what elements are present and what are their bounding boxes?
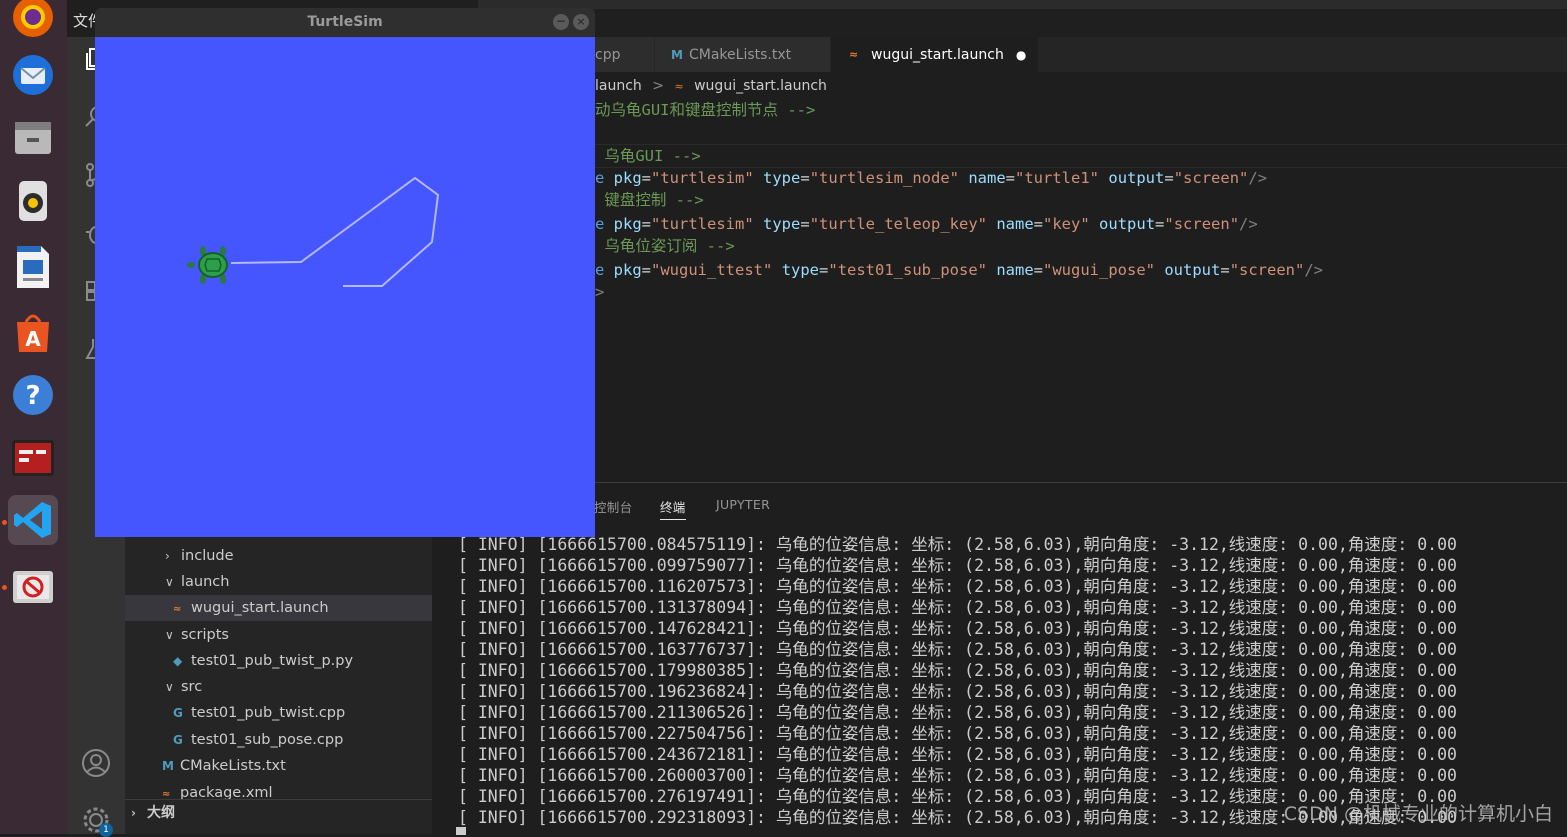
outline-section[interactable]: › 大纲 [131,800,175,826]
explorer-sidebar: › include ∨ launch ≈ wugui_start.launch ∨ sc… [125,537,432,834]
minimize-icon[interactable]: − [553,14,569,30]
writer-icon[interactable] [8,242,58,292]
terminal-log-line: [ INFO] [1666615700.084575119]: 乌龟的位姿信息:… [458,535,1457,554]
code-line: 动乌龟GUI和键盘控制节点 --> [595,101,816,119]
vscode-icon[interactable] [8,495,58,545]
running-indicator [2,585,7,590]
tree-file-cmakelists[interactable]: M CMakeLists.txt [162,753,286,779]
files-icon[interactable] [8,113,58,163]
chevron-down-icon: ∨ [165,680,174,694]
tab-wugui-start-launch[interactable]: ≈ wugui_start.launch ● [831,37,1039,72]
launch-file-icon: ≈ [674,80,684,93]
cmake-file-icon: M [671,47,683,62]
code-line: 乌龟位姿订阅 --> [595,237,735,255]
thunderbird-icon[interactable] [8,50,58,100]
code-line: e pkg="turtlesim" type="turtle_teleop_ke… [595,215,1258,233]
tree-file-cpp[interactable]: Gtest01_sub_pose.cpp [173,727,343,753]
code-editor[interactable]: launch > ≈ wugui_start.launch 动乌龟GUI和键盘控… [595,72,1567,482]
code-line: e pkg="turtlesim" type="turtlesim_node" … [595,169,1268,187]
turtle-icon [187,246,228,284]
window-title-strip [478,0,1567,9]
code-line: > [595,283,605,301]
terminal-log-line: [ INFO] [1666615700.099759077]: 乌龟的位姿信息:… [458,556,1457,575]
notification-badge: 1 [99,823,113,837]
xml-file-icon: ≈ [162,789,171,800]
terminal-log-line: [ INFO] [1666615700.179980385]: 乌龟的位姿信息:… [458,661,1457,680]
editor-tabs: cpp M CMakeLists.txt ≈ wugui_start.launc… [595,37,1567,72]
terminal-icon[interactable] [8,433,58,483]
running-indicator [2,520,7,525]
terminal-log-line: [ INFO] [1666615700.211306526]: 乌龟的位姿信息:… [458,703,1457,722]
turtlesim-titlebar[interactable]: TurtleSim − × [95,8,595,37]
terminal-log-line: [ INFO] [1666615700.196236824]: 乌龟的位姿信息:… [458,682,1457,701]
turtle-drawing [187,176,440,287]
svg-text:A: A [25,327,41,351]
tree-folder-scripts[interactable]: ∨ scripts [165,622,229,648]
chevron-right-icon: › [131,806,136,820]
breadcrumb-file[interactable]: wugui_start.launch [694,78,827,94]
launch-file-icon: ≈ [849,48,859,61]
terminal-log-line: [ INFO] [1666615700.243672181]: 乌龟的位姿信息:… [458,745,1457,764]
tab-cpp[interactable]: cpp [595,37,655,72]
terminal-log-line: [ INFO] [1666615700.147628421]: 乌龟的位姿信息:… [458,619,1457,638]
cpp-file-icon: G [173,706,183,720]
tab-debug-console[interactable]: 控制台 [594,497,632,516]
tab-terminal[interactable]: 终端 [660,497,686,520]
tree-file-python[interactable]: ◆ test01_pub_twist_p.py [173,648,353,674]
account-icon[interactable] [79,746,113,780]
cpp-file-icon: G [173,733,183,747]
tree-file-package-xml[interactable]: ≈ package.xml [162,780,273,800]
svg-text:?: ? [25,381,40,411]
turtle-path [230,176,440,287]
terminal-log-line: [ INFO] [1666615700.131378094]: 乌龟的位姿信息:… [458,598,1457,617]
unsaved-dot-icon[interactable]: ● [1016,48,1026,62]
code-line: 乌龟GUI --> [595,147,701,165]
tab-jupyter[interactable]: JUPYTER [716,497,770,512]
firefox-icon[interactable] [8,0,58,42]
tree-folder-launch[interactable]: ∨ launch [165,569,229,595]
rhythmbox-icon[interactable] [8,176,58,226]
csdn-watermark: CSDN @机械专业的计算机小白 [1283,803,1553,825]
terminal-log-line: [ INFO] [1666615700.227504756]: 乌龟的位姿信息:… [458,724,1457,743]
python-file-icon: ◆ [173,654,183,668]
breadcrumb-separator: > [652,78,664,94]
cmake-file-icon: M [162,759,174,773]
turtlesim-canvas [95,37,595,537]
disabled-app-icon[interactable] [8,562,58,612]
gear-icon[interactable]: 1 [79,803,113,837]
chevron-right-icon: › [165,549,170,563]
tree-folder-src[interactable]: ∨ src [165,674,202,700]
tab-cmakelists[interactable]: M CMakeLists.txt [655,37,831,72]
breadcrumb: launch > ≈ wugui_start.launch [595,78,827,94]
tree-file-cpp[interactable]: Gtest01_pub_twist.cpp [173,700,345,726]
tree-file-wugui-start-launch[interactable]: ≈ wugui_start.launch [173,595,329,621]
chevron-down-icon: ∨ [165,628,174,642]
tab-label: CMakeLists.txt [689,46,792,63]
code-line: 键盘控制 --> [595,191,704,209]
window-title: TurtleSim [307,14,383,30]
code-line: e pkg="wugui_ttest" type="test01_sub_pos… [595,261,1324,279]
breadcrumb-folder[interactable]: launch [595,78,642,94]
software-center-icon[interactable]: A [8,307,58,357]
tab-label: wugui_start.launch [871,46,1004,63]
close-icon[interactable]: × [573,14,589,30]
terminal-log-line: [ INFO] [1666615700.260003700]: 乌龟的位姿信息:… [458,766,1457,785]
current-line-highlight [595,144,1567,168]
tab-label: cpp [595,46,621,63]
launch-file-icon: ≈ [173,604,182,615]
ubuntu-dock: A ? [0,0,67,834]
terminal-log-line: [ INFO] [1666615700.116207573]: 乌龟的位姿信息:… [458,577,1457,596]
help-icon[interactable]: ? [8,370,58,420]
terminal-log-line: [ INFO] [1666615700.163776737]: 乌龟的位姿信息:… [458,640,1457,659]
bottom-panel: 控制台 终端 JUPYTER [ INFO] [1666615700.08457… [432,482,1567,835]
chevron-down-icon: ∨ [165,575,174,589]
tree-folder-include[interactable]: › include [165,543,234,569]
